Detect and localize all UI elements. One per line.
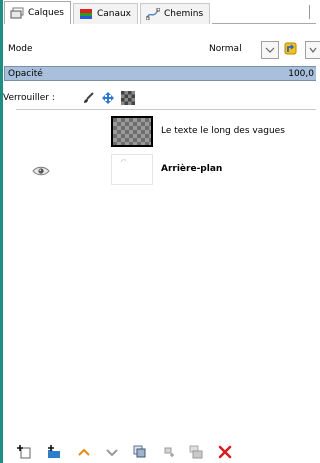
lock-alpha-checker-icon[interactable]: [121, 91, 135, 105]
merge-layer-icon[interactable]: [189, 445, 203, 459]
layers-icon: [10, 7, 24, 19]
opacity-value: 100,0: [288, 69, 314, 79]
lock-label: Verrouiller :: [3, 93, 55, 103]
raise-layer-icon[interactable]: [77, 445, 91, 459]
delete-layer-icon[interactable]: [218, 445, 232, 459]
tab-channels-label: Canaux: [96, 9, 132, 19]
lower-layer-icon[interactable]: [105, 445, 119, 459]
layer-name: Le texte le long des vagues: [161, 126, 285, 136]
mode-dropdown-button[interactable]: [261, 41, 279, 59]
tab-paths[interactable]: Chemins: [140, 3, 211, 24]
channels-icon: [79, 8, 93, 20]
window-edge: [0, 0, 3, 463]
anchor-layer-icon[interactable]: [162, 445, 176, 459]
tab-channels[interactable]: Canaux: [72, 3, 139, 24]
layers-list[interactable]: Le texte le long des vagues Arrière-plan: [16, 109, 316, 426]
mode-extra-dropdown[interactable]: [305, 41, 320, 59]
lock-pixels-brush-icon[interactable]: [82, 91, 96, 105]
tab-menu-handle[interactable]: [309, 5, 316, 19]
duplicate-layer-icon[interactable]: [133, 445, 147, 459]
layers-dock: Calques Canaux Chemins Mode Normal Opaci…: [0, 0, 320, 463]
tab-layers[interactable]: Calques: [4, 1, 71, 24]
mode-select-value[interactable]: Normal: [209, 44, 242, 54]
eye-icon[interactable]: [32, 166, 50, 176]
mode-row: Mode Normal: [4, 40, 320, 60]
new-layer-icon[interactable]: [17, 445, 31, 459]
tab-paths-label: Chemins: [164, 9, 204, 19]
layer-row[interactable]: Arrière-plan: [16, 150, 316, 190]
layer-row[interactable]: Le texte le long des vagues: [16, 112, 316, 152]
layer-name: Arrière-plan: [161, 164, 223, 174]
tab-layers-label: Calques: [28, 8, 64, 18]
opacity-slider[interactable]: Opacité 100,0: [4, 66, 316, 81]
dock-tabs: Calques Canaux Chemins: [4, 0, 316, 24]
chevron-down-icon: [265, 47, 275, 53]
mode-label: Mode: [8, 44, 33, 54]
new-layer-group-icon[interactable]: [47, 445, 61, 459]
layer-thumbnail: [111, 116, 153, 147]
lock-position-move-icon[interactable]: [101, 91, 115, 105]
opacity-label: Opacité: [8, 69, 43, 79]
lock-row: Verrouiller :: [0, 87, 316, 107]
layers-toolbar: [16, 440, 316, 462]
paths-icon: [145, 7, 161, 21]
tab-bar-line: [212, 23, 316, 24]
chevron-down-icon: [309, 47, 317, 53]
layer-thumbnail: [111, 154, 153, 185]
switch-mode-icon[interactable]: [283, 41, 299, 57]
